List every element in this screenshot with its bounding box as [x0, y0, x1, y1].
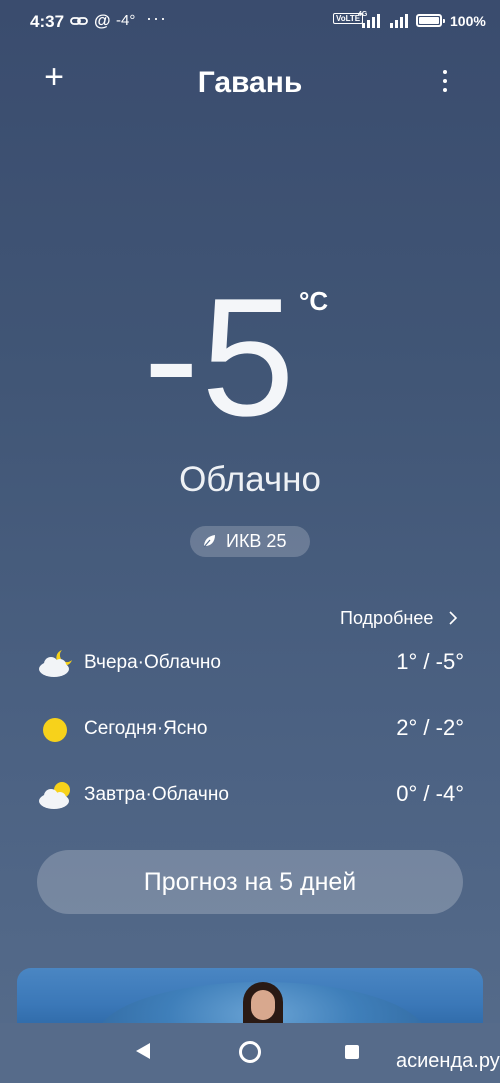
sun-icon [43, 718, 67, 742]
five-day-forecast-button[interactable]: Прогноз на 5 дней [37, 850, 463, 914]
more-notifications-icon: ··· [146, 8, 167, 28]
current-temperature: -5 [143, 263, 297, 451]
weather-video-card[interactable] [17, 968, 483, 1028]
battery-percent: 100% [450, 13, 486, 29]
recents-icon[interactable] [345, 1045, 359, 1059]
temperature-unit: °C [299, 286, 329, 316]
day-temps: 1° / -5° [396, 649, 464, 674]
status-temperature: -4° [116, 12, 136, 29]
partly-cloudy-icon [39, 782, 70, 809]
day-temps: 2° / -2° [396, 715, 464, 740]
signal-icon-2 [388, 12, 410, 28]
home-icon[interactable] [239, 1041, 261, 1063]
presenter-image [239, 980, 287, 1028]
back-icon[interactable] [136, 1043, 150, 1059]
current-condition: Облачно [179, 460, 321, 499]
aqi-badge[interactable]: ИКВ 25 [190, 526, 310, 557]
chevron-right-icon[interactable] [448, 609, 458, 632]
day-temps: 0° / -4° [396, 781, 464, 806]
signal-icon [360, 12, 382, 28]
day-row-tomorrow[interactable]: Завтра·Облачно 0° / -4° [0, 776, 500, 816]
aqi-label: ИКВ 25 [226, 531, 287, 551]
at-icon: @ [94, 11, 111, 30]
day-label: Завтра·Облачно [84, 784, 229, 805]
leaf-icon [203, 535, 215, 548]
day-label: Вчера·Облачно [84, 652, 221, 673]
more-vertical-icon[interactable] [430, 66, 460, 96]
details-link[interactable]: Подробнее [340, 608, 433, 629]
watermark: асиенда.ру [396, 1050, 500, 1072]
battery-icon [416, 14, 445, 27]
day-label: Сегодня·Ясно [84, 718, 208, 739]
status-bar: 4:37 @ -4° ··· VoLTE 4G 100% [0, 0, 500, 44]
day-row-yesterday[interactable]: Вчера·Облачно 1° / -5° [0, 644, 500, 684]
city-title: Гавань [197, 66, 303, 99]
status-time: 4:37 [30, 12, 65, 31]
link-icon [70, 12, 88, 34]
partly-cloudy-night-icon [39, 650, 72, 677]
day-row-today[interactable]: Сегодня·Ясно 2° / -2° [0, 710, 500, 750]
